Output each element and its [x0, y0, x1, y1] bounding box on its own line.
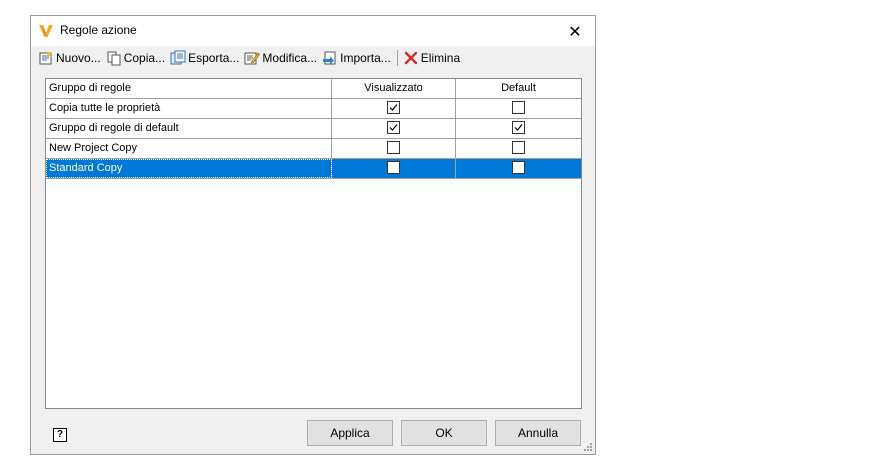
delete-label: Elimina [420, 51, 461, 65]
export-label: Esporta... [188, 51, 240, 65]
vault-logo-icon [39, 25, 53, 37]
default-checkbox[interactable] [512, 100, 525, 114]
delete-icon [404, 51, 417, 65]
default-cell [456, 119, 581, 138]
help-button[interactable]: ? [53, 428, 67, 442]
copy-button[interactable]: Copia... [104, 48, 168, 68]
table-row-selected[interactable]: Standard Copy [46, 159, 581, 179]
copy-label: Copia... [123, 51, 166, 65]
checkmark-icon [514, 123, 523, 131]
title-bar[interactable]: Regole azione ✕ [31, 16, 595, 46]
toolbar: Nuovo... Copia... Esporta... Modifica...… [36, 47, 590, 69]
toolbar-separator [396, 50, 398, 66]
displayed-checkbox[interactable] [387, 160, 400, 174]
table-row[interactable]: New Project Copy [46, 139, 581, 159]
column-header-rule-group[interactable]: Gruppo di regole [46, 79, 332, 98]
default-cell [456, 99, 581, 118]
import-icon [323, 51, 336, 65]
default-cell [456, 139, 581, 158]
default-checkbox[interactable] [512, 120, 525, 134]
edit-button[interactable]: Modifica... [242, 48, 320, 68]
checkmark-icon [389, 123, 398, 131]
displayed-cell [332, 159, 456, 178]
new-button[interactable]: Nuovo... [36, 48, 104, 68]
table-header: Gruppo di regole Visualizzato Default [46, 79, 581, 99]
rule-group-name: Gruppo di regole di default [46, 119, 332, 138]
import-button[interactable]: Importa... [320, 48, 394, 68]
default-checkbox[interactable] [512, 160, 525, 174]
column-header-displayed[interactable]: Visualizzato [332, 79, 456, 98]
new-rule-icon [39, 51, 52, 65]
close-button[interactable]: ✕ [555, 16, 595, 46]
export-icon [170, 50, 186, 65]
displayed-checkbox[interactable] [387, 100, 400, 114]
rule-group-name: New Project Copy [46, 139, 332, 158]
displayed-cell [332, 119, 456, 138]
window-title: Regole azione [60, 23, 137, 37]
column-header-default[interactable]: Default [456, 79, 581, 98]
rule-group-name: Standard Copy [46, 159, 332, 178]
cancel-button[interactable]: Annulla [495, 420, 581, 446]
displayed-checkbox[interactable] [387, 120, 400, 134]
edit-icon [244, 52, 261, 65]
table-row[interactable]: Gruppo di regole di default [46, 119, 581, 139]
default-checkbox[interactable] [512, 140, 525, 154]
edit-label: Modifica... [262, 51, 318, 65]
copy-icon [107, 51, 121, 66]
rule-group-name: Copia tutte le proprietà [46, 99, 332, 118]
ok-button[interactable]: OK [401, 420, 487, 446]
checkmark-icon [389, 103, 398, 111]
rules-dialog: Regole azione ✕ Nuovo... Copia... Esport… [30, 15, 596, 455]
displayed-cell [332, 99, 456, 118]
delete-button[interactable]: Elimina [401, 48, 463, 68]
displayed-checkbox[interactable] [387, 140, 400, 154]
import-label: Importa... [340, 51, 391, 65]
default-cell [456, 159, 581, 178]
displayed-cell [332, 139, 456, 158]
export-button[interactable]: Esporta... [168, 48, 242, 68]
resize-grip-icon[interactable] [583, 442, 593, 452]
table-row[interactable]: Copia tutte le proprietà [46, 99, 581, 119]
apply-button[interactable]: Applica [307, 420, 393, 446]
new-label: Nuovo... [56, 51, 101, 65]
rules-table[interactable]: Gruppo di regole Visualizzato Default Co… [45, 78, 582, 409]
